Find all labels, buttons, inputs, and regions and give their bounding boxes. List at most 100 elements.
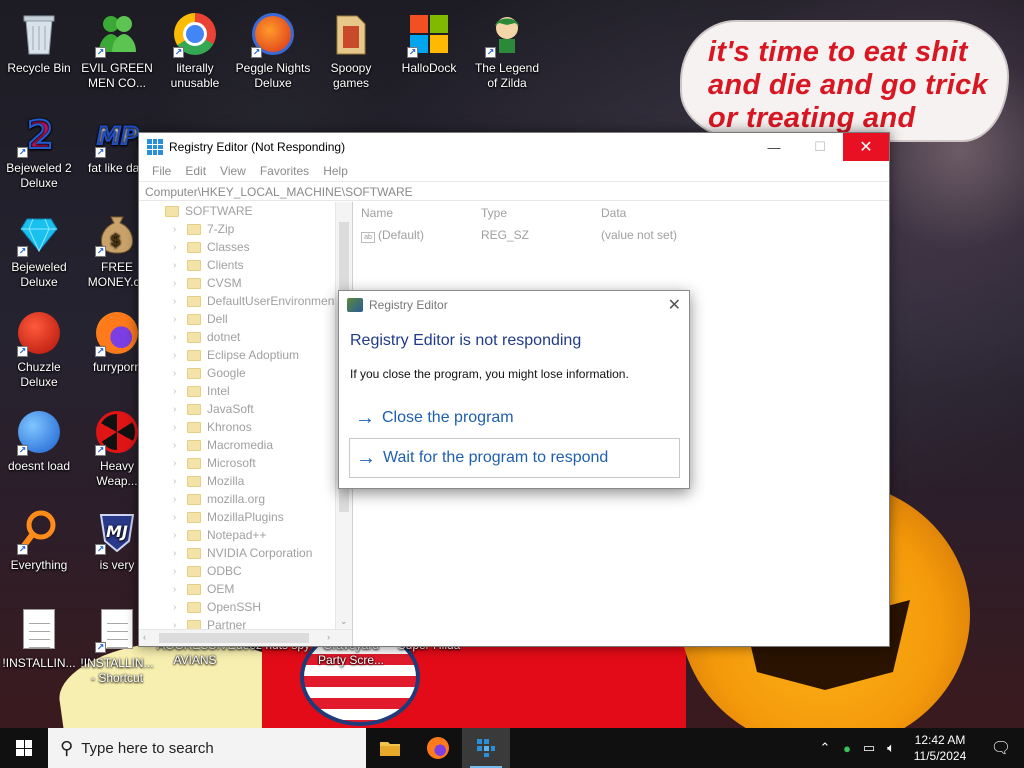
chevron-up-icon[interactable]: ⌃ (814, 740, 836, 756)
network-icon[interactable]: ▭ (858, 740, 880, 756)
menu-view[interactable]: View (213, 164, 253, 178)
tree-item[interactable]: › mozilla.org (139, 490, 352, 508)
file-explorer-icon (380, 742, 400, 756)
tree-item[interactable]: › Google (139, 364, 352, 382)
tree-item[interactable]: › Notepad++ (139, 526, 352, 544)
column-data[interactable]: Data (601, 206, 626, 220)
folder-icon (187, 565, 201, 577)
tree-item[interactable]: › JavaSoft (139, 400, 352, 418)
tree-item[interactable]: › Dell (139, 310, 352, 328)
desktop-icon-everything[interactable]: ↗ Everything (0, 503, 78, 573)
value-row[interactable]: ab (Default) REG_SZ (value not set) (361, 224, 889, 246)
tree-item[interactable]: › NVIDIA Corporation (139, 544, 352, 562)
address-bar[interactable]: Computer\HKEY_LOCAL_MACHINE\SOFTWARE (139, 181, 889, 201)
window-titlebar[interactable]: Registry Editor (Not Responding) — ☐ ✕ (139, 133, 889, 161)
folder-icon (187, 331, 201, 343)
folder-icon (187, 511, 201, 523)
value-type: REG_SZ (481, 228, 530, 242)
tree-item[interactable]: › MozillaPlugins (139, 508, 352, 526)
chevron-right-icon[interactable]: › (173, 224, 183, 235)
taskbar-registry-editor[interactable] (462, 728, 510, 768)
desktop-icon-installing[interactable]: !INSTALLIN... (0, 601, 78, 671)
column-name[interactable]: Name (361, 206, 481, 220)
column-type[interactable]: Type (481, 206, 601, 220)
tree-item[interactable]: › OEM (139, 580, 352, 598)
chevron-right-icon[interactable]: › (173, 332, 183, 343)
desktop-icon-bejeweled-2[interactable]: 2 ↗ Bejeweled 2 Deluxe (0, 106, 78, 191)
taskbar-file-explorer[interactable] (366, 728, 414, 768)
chevron-right-icon[interactable]: › (173, 512, 183, 523)
desktop-icon-hallodock[interactable]: ↗ HalloDock (390, 6, 468, 76)
dialog-close-button[interactable]: ✕ (668, 295, 681, 315)
scroll-left-arrow-icon[interactable]: ‹ (143, 632, 146, 642)
chevron-right-icon[interactable]: › (173, 566, 183, 577)
chevron-right-icon[interactable]: › (173, 494, 183, 505)
chevron-right-icon[interactable]: › (173, 602, 183, 613)
tree-item[interactable]: › Classes (139, 238, 352, 256)
taskbar-firefox[interactable] (414, 728, 462, 768)
chevron-right-icon[interactable]: › (173, 476, 183, 487)
tree-item[interactable]: › CVSM (139, 274, 352, 292)
tree-item[interactable]: › Khronos (139, 418, 352, 436)
minimize-button[interactable]: — (751, 133, 797, 161)
people-icon[interactable]: ● (836, 741, 858, 756)
tree-item[interactable]: › Clients (139, 256, 352, 274)
volume-icon[interactable]: 🔈︎ (880, 740, 902, 756)
tree-item[interactable]: › Mozilla (139, 472, 352, 490)
tree-item[interactable]: › dotnet (139, 328, 352, 346)
clock[interactable]: 12:42 AM 11/5/2024 (902, 732, 978, 764)
tree-root-item[interactable]: SOFTWARE (139, 202, 352, 220)
thunderbird-icon: ↗ (15, 408, 63, 456)
chevron-right-icon[interactable]: › (173, 548, 183, 559)
menu-edit[interactable]: Edit (178, 164, 213, 178)
menu-help[interactable]: Help (316, 164, 355, 178)
chevron-right-icon[interactable]: › (173, 242, 183, 253)
chevron-right-icon[interactable]: › (173, 260, 183, 271)
close-button[interactable]: ✕ (843, 133, 889, 161)
wait-for-program-button[interactable]: → Wait for the program to respond (349, 438, 680, 478)
desktop-icon-recycle-bin[interactable]: Recycle Bin (0, 6, 78, 76)
desktop-icon-spoopy-games[interactable]: Spoopy games (312, 6, 390, 91)
tree-item[interactable]: › Microsoft (139, 454, 352, 472)
chevron-right-icon[interactable]: › (173, 314, 183, 325)
tree-item[interactable]: › Intel (139, 382, 352, 400)
chevron-right-icon[interactable]: › (173, 458, 183, 469)
chevron-right-icon[interactable]: › (173, 296, 183, 307)
chevron-right-icon[interactable]: › (173, 440, 183, 451)
scroll-down-arrow-icon[interactable]: ⌄ (340, 616, 348, 627)
notifications-icon[interactable]: 🗨︎ (978, 738, 1024, 758)
tree-item[interactable]: › Macromedia (139, 436, 352, 454)
tree-horizontal-scrollbar[interactable]: ‹ › (139, 629, 352, 646)
scroll-right-arrow-icon[interactable]: › (327, 632, 330, 642)
chevron-right-icon[interactable]: › (173, 422, 183, 433)
desktop-icon-legend-of-zilda[interactable]: ↗ The Legend of Zilda (468, 6, 546, 91)
tree-item[interactable]: › OpenSSH (139, 598, 352, 616)
chevron-right-icon[interactable]: › (173, 530, 183, 541)
svg-text:MPL: MPL (97, 122, 139, 150)
tree-item[interactable]: › Eclipse Adoptium (139, 346, 352, 364)
desktop-icon-thunderbird[interactable]: ↗ doesnt load (0, 404, 78, 474)
dialog-titlebar[interactable]: Registry Editor ✕ (339, 291, 689, 319)
menu-favorites[interactable]: Favorites (253, 164, 316, 178)
folder-icon (187, 349, 201, 361)
chevron-right-icon[interactable]: › (173, 584, 183, 595)
chevron-right-icon[interactable]: › (173, 404, 183, 415)
tree-item[interactable]: › 7-Zip (139, 220, 352, 238)
radiation-icon: ↗ (93, 408, 141, 456)
desktop-icon-peggle[interactable]: ↗ Peggle Nights Deluxe (234, 6, 312, 91)
desktop-icon-literally-unusable[interactable]: ↗ literally unusable (156, 6, 234, 91)
maximize-button[interactable]: ☐ (797, 133, 843, 161)
menu-file[interactable]: File (145, 164, 178, 178)
chevron-right-icon[interactable]: › (173, 350, 183, 361)
tree-item[interactable]: › ODBC (139, 562, 352, 580)
desktop-icon-chuzzle[interactable]: ↗ Chuzzle Deluxe (0, 305, 78, 390)
desktop-icon-bejeweled[interactable]: ↗ Bejeweled Deluxe (0, 205, 78, 290)
tree-item[interactable]: › DefaultUserEnvironment (139, 292, 352, 310)
taskbar-search-box[interactable]: ⚲ Type here to search (48, 728, 366, 768)
close-program-button[interactable]: → Close the program (349, 398, 680, 438)
chevron-right-icon[interactable]: › (173, 386, 183, 397)
chevron-right-icon[interactable]: › (173, 368, 183, 379)
desktop-icon-evil-green-men[interactable]: ↗ EVIL GREEN MEN CO... (78, 6, 156, 91)
chevron-right-icon[interactable]: › (173, 278, 183, 289)
start-button[interactable] (0, 728, 48, 768)
